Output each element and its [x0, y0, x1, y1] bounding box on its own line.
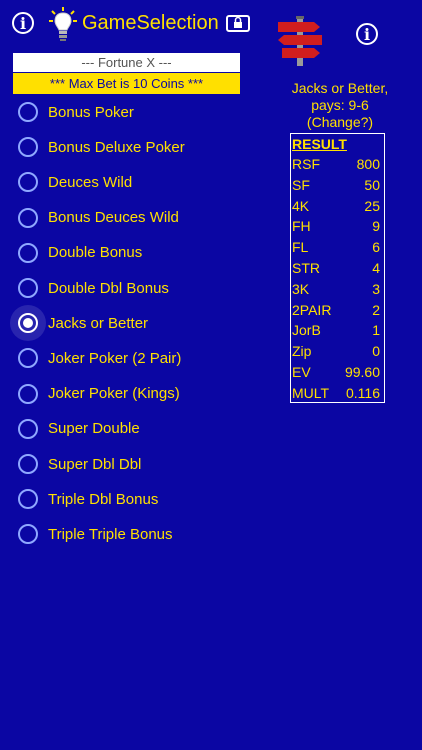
result-payout: 9 [372, 218, 380, 235]
signpost-icon[interactable] [274, 14, 326, 66]
game-option-label: Deuces Wild [48, 173, 133, 191]
result-row: Zip 0 [291, 343, 386, 363]
radio-button[interactable] [18, 242, 38, 263]
result-payout: 6 [372, 239, 380, 256]
result-row: JorB 1 [291, 322, 386, 342]
pays-game-name: Jacks or Better, [291, 80, 389, 96]
game-option-label: Double Dbl Bonus [48, 279, 169, 297]
result-hand: 3K [292, 280, 310, 297]
result-row: SF 50 [291, 177, 386, 197]
result-row: STR 4 [291, 260, 386, 280]
game-option-label: Bonus Poker [48, 103, 134, 121]
radio-button[interactable] [18, 524, 38, 545]
result-hand: SF [292, 176, 310, 193]
top-bar: i GameSelection i [0, 0, 422, 66]
radio-button[interactable] [18, 172, 38, 193]
result-payout: 800 [356, 156, 380, 172]
result-payout: 50 [364, 176, 380, 193]
result-hand: FH [292, 218, 311, 235]
game-option-label: Triple Dbl Bonus [48, 490, 159, 508]
result-row: EV 99.60 [291, 364, 386, 384]
radio-button[interactable] [18, 137, 38, 158]
change-link[interactable]: (Change?) [280, 114, 400, 131]
result-row: 2PAIR 2 [291, 302, 386, 322]
result-payout: 0.116 [346, 384, 380, 401]
game-option-label: Super Dbl Dbl [48, 455, 142, 473]
result-row: RSF 800 [291, 156, 386, 176]
result-row: 3K 3 [291, 281, 386, 301]
game-option-label: Bonus Deluxe Poker [48, 138, 185, 156]
result-payout: 0 [372, 343, 380, 360]
info-icon-right[interactable]: i [356, 23, 378, 45]
radio-button[interactable] [18, 454, 38, 474]
machine-name-banner: --- Fortune X --- [13, 53, 240, 72]
game-option-label: Joker Poker (Kings) [48, 385, 180, 403]
max-bet-banner: *** Max Bet is 10 Coins *** [13, 73, 240, 94]
radio-button[interactable] [18, 383, 38, 404]
game-option-label: Super Double [48, 420, 140, 438]
game-option[interactable]: Deuces Wild [18, 164, 268, 200]
result-title: RESULT [292, 136, 347, 152]
result-hand: MULT [292, 384, 330, 401]
result-row: FL 6 [291, 239, 386, 259]
game-option[interactable]: Super Double [18, 411, 268, 447]
game-option-label: Bonus Deuces Wild [48, 209, 179, 227]
result-hand: 4K [292, 197, 310, 214]
result-payout: 2 [372, 301, 380, 318]
game-option[interactable]: Super Dbl Dbl [18, 446, 268, 482]
radio-button[interactable] [18, 207, 38, 228]
game-option-label: Triple Triple Bonus [48, 525, 173, 543]
radio-button[interactable] [18, 278, 38, 298]
result-payout: 4 [372, 260, 380, 276]
game-option[interactable]: Triple Dbl Bonus [18, 481, 268, 517]
radio-button[interactable] [18, 348, 38, 369]
result-payout: 25 [364, 197, 380, 214]
result-hand: JorB [292, 322, 321, 339]
game-option[interactable]: Jacks or Better [10, 305, 268, 342]
game-option[interactable]: Bonus Poker [18, 94, 268, 130]
game-option[interactable]: Double Dbl Bonus [18, 270, 268, 306]
pays-info[interactable]: Jacks or Better, pays: 9-6 (Change?) [280, 80, 400, 131]
radio-button[interactable] [18, 102, 38, 122]
result-hand: STR [292, 260, 320, 276]
game-option[interactable]: Double Bonus [18, 235, 268, 271]
result-payout: 1 [372, 322, 380, 339]
info-icon[interactable]: i [12, 12, 34, 34]
radio-button[interactable] [18, 489, 38, 510]
result-table: RESULT RSF 800 SF 50 4K 25 FH 9 FL 6 STR 4 3K 3 2PAIR 2… [290, 133, 385, 403]
result-hand: Zip [292, 343, 312, 360]
page-title: GameSelection [82, 12, 219, 34]
game-option[interactable]: Bonus Deluxe Poker [18, 129, 268, 165]
game-option-label: Double Bonus [48, 244, 143, 262]
result-payout: 99.60 [344, 364, 380, 380]
lock-screen-icon[interactable] [226, 13, 250, 33]
result-hand: FL [292, 239, 309, 256]
result-row: FH 9 [291, 218, 386, 238]
result-hand: RSF [292, 156, 320, 172]
result-hand: 2PAIR [292, 301, 332, 318]
lightbulb-icon[interactable] [48, 6, 78, 44]
game-option-label: Joker Poker (2 Pair) [48, 349, 182, 367]
result-payout: 3 [372, 280, 380, 297]
game-option[interactable]: Triple Triple Bonus [18, 516, 268, 552]
pays-table-value: pays: 9-6 [311, 97, 369, 113]
result-hand: EV [292, 364, 311, 380]
game-option[interactable]: Joker Poker (2 Pair) [18, 340, 268, 376]
game-option-label: Jacks or Better [48, 314, 149, 332]
game-option[interactable]: Bonus Deuces Wild [18, 200, 268, 236]
game-option[interactable]: Joker Poker (Kings) [18, 376, 268, 412]
result-row: 4K 25 [291, 198, 386, 218]
result-row: MULT 0.116 [291, 385, 386, 405]
radio-button[interactable] [18, 418, 38, 439]
